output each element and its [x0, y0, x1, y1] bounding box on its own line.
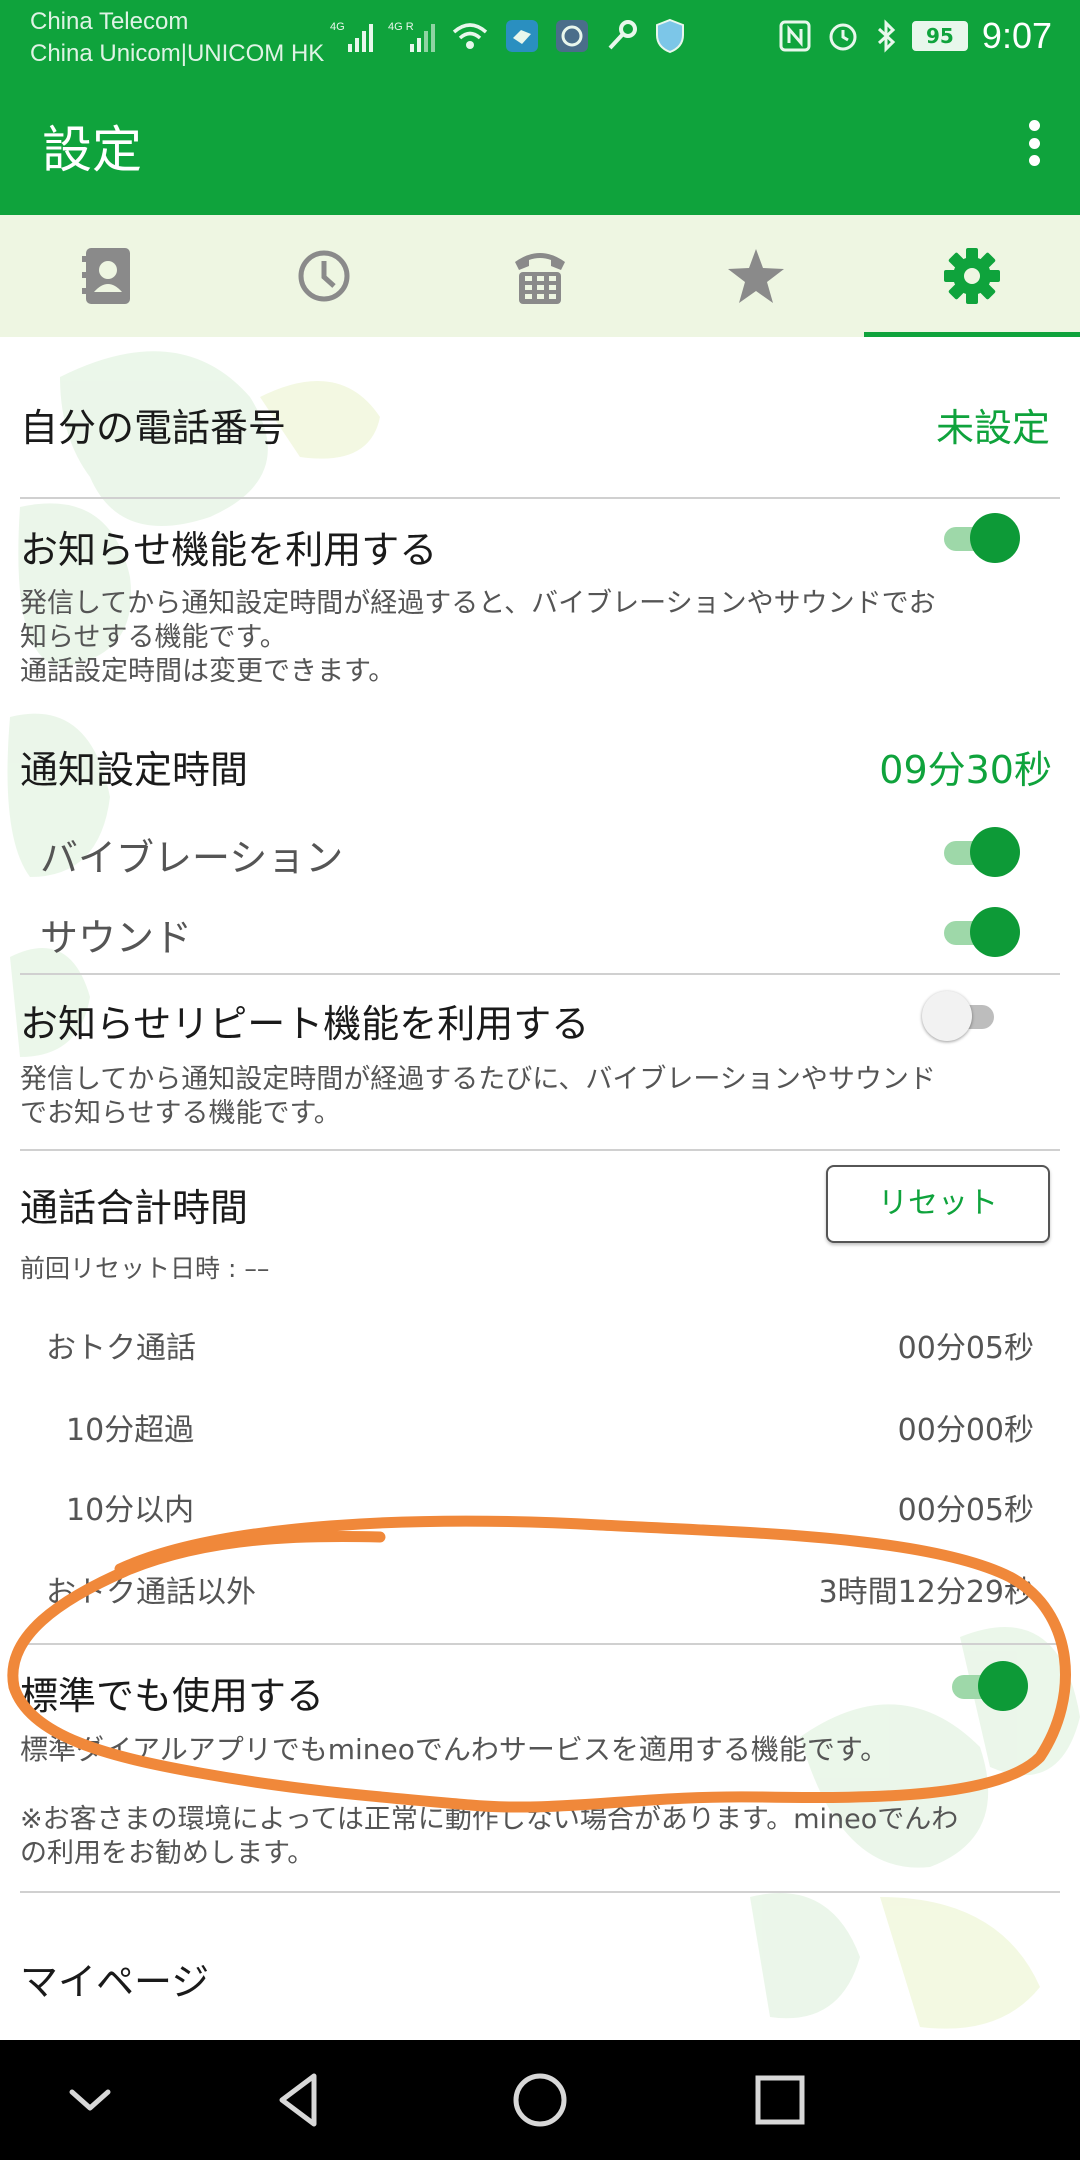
status-bar: China Telecom China Unicom|UNICOM HK 4G … — [0, 0, 1080, 72]
battery-indicator: 95 — [911, 21, 968, 51]
time-row-otoku: おトク通話 00分05秒 — [46, 1323, 1034, 1367]
notify-feature-toggle[interactable] — [942, 513, 1020, 563]
settings-gear-icon — [944, 248, 1000, 304]
time-row-value: 00分05秒 — [897, 1331, 1034, 1366]
reset-button[interactable]: リセット — [826, 1165, 1050, 1243]
settings-list[interactable]: 自分の電話番号 未設定 お知らせ機能を利用する 発信してから通知設定時間が経過す… — [0, 337, 1080, 2040]
my-number-value[interactable]: 未設定 — [936, 397, 1050, 452]
notify-time-value[interactable]: 09分30秒 — [879, 739, 1052, 794]
time-row-label: おトク通話以外 — [46, 1575, 256, 1610]
history-clock-icon — [298, 250, 350, 302]
carrier-label-secondary: China Unicom|UNICOM HK — [30, 40, 325, 67]
favorites-star-icon — [728, 249, 784, 303]
last-reset-text: 前回リセット日時 : –– — [20, 1254, 270, 1283]
notify-feature-desc-line3: 通話設定時間は変更できます。 — [20, 656, 396, 687]
time-row-value: 3時間12分29秒 — [818, 1575, 1034, 1610]
use-as-standard-note-line2: の利用をお勧めします。 — [20, 1838, 315, 1869]
alarm-icon — [829, 23, 857, 51]
vibration-label: バイブレーション — [40, 836, 344, 880]
notify-feature-desc-line2: 知らせする機能です。 — [20, 622, 287, 653]
svg-text:4G R: 4G R — [388, 21, 414, 33]
contacts-icon — [82, 248, 130, 304]
key-icon — [608, 20, 637, 50]
time-row-value: 00分05秒 — [897, 1493, 1034, 1528]
recents-square-icon[interactable] — [748, 2068, 812, 2132]
use-as-standard-label: 標準でも使用する — [20, 1674, 325, 1718]
shield-icon — [656, 18, 684, 54]
more-vert-icon[interactable] — [1028, 120, 1040, 166]
carrier-label-primary: China Telecom — [30, 8, 189, 35]
divider — [20, 1149, 1060, 1151]
time-row-label: 10分超過 — [66, 1413, 195, 1448]
repeat-feature-desc-line1: 発信してから通知設定時間が経過するたびに、バイブレーションやサウンド — [20, 1064, 936, 1095]
tab-dialpad[interactable] — [432, 215, 648, 337]
time-row-label: おトク通話 — [46, 1331, 196, 1366]
notify-feature-label: お知らせ機能を利用する — [20, 528, 438, 572]
time-row-value: 00分00秒 — [897, 1413, 1034, 1448]
svg-text:4G: 4G — [330, 21, 345, 33]
my-number-label: 自分の電話番号 — [20, 406, 287, 450]
tab-contacts[interactable] — [0, 215, 216, 337]
divider — [20, 497, 1060, 499]
use-as-standard-toggle[interactable] — [950, 1661, 1028, 1711]
home-circle-icon[interactable] — [508, 2068, 572, 2132]
vibration-toggle[interactable] — [942, 827, 1020, 877]
app-bar: 設定 — [0, 72, 1080, 215]
use-as-standard-desc: 標準ダイアルアプリでもmineoでんわサービスを適用する機能です。 — [20, 1733, 889, 1766]
back-triangle-icon[interactable] — [268, 2068, 332, 2132]
tab-history[interactable] — [216, 215, 432, 337]
time-row-label: 10分以内 — [66, 1493, 195, 1528]
notify-feature-desc-line1: 発信してから通知設定時間が経過すると、バイブレーションやサウンドでお — [20, 588, 936, 619]
app-notification-icon-2 — [556, 20, 588, 52]
status-icons-left: 4G 4G R — [330, 14, 686, 58]
bluetooth-icon — [877, 19, 896, 53]
signal-4g-r-icon: 4G R — [388, 21, 435, 52]
system-nav-bar — [0, 2040, 1080, 2160]
status-icons-right: 95 9:07 — [778, 14, 1052, 58]
time-row-over-10min: 10分超過 00分00秒 — [66, 1405, 1034, 1449]
divider — [20, 1891, 1060, 1893]
sound-toggle[interactable] — [942, 907, 1020, 957]
time-row-other: おトク通話以外 3時間12分29秒 — [46, 1567, 1034, 1611]
wifi-icon — [452, 23, 488, 49]
sound-label: サウンド — [40, 916, 193, 960]
dialpad-phone-icon — [515, 253, 565, 304]
use-as-standard-note-line1: ※お客さまの環境によっては正常に動作しない場合があります。mineoでんわ — [20, 1804, 959, 1835]
my-page-link[interactable]: マイページ — [20, 1951, 1060, 2006]
repeat-feature-toggle[interactable] — [922, 991, 1000, 1041]
chevron-down-icon[interactable] — [58, 2068, 122, 2132]
repeat-feature-label: お知らせリピート機能を利用する — [20, 1002, 590, 1046]
page-title: 設定 — [42, 121, 142, 179]
tab-bar — [0, 215, 1080, 337]
nfc-icon — [779, 20, 811, 52]
divider — [20, 973, 1060, 975]
time-row-within-10min: 10分以内 00分05秒 — [66, 1485, 1034, 1529]
tab-settings[interactable] — [864, 215, 1080, 337]
app-notification-icon — [506, 20, 538, 52]
signal-4g-icon: 4G — [330, 21, 373, 52]
tab-favorites[interactable] — [648, 215, 864, 337]
divider — [20, 1643, 1060, 1645]
repeat-feature-desc-line2: でお知らせする機能です。 — [20, 1098, 341, 1129]
clock: 9:07 — [981, 15, 1052, 56]
